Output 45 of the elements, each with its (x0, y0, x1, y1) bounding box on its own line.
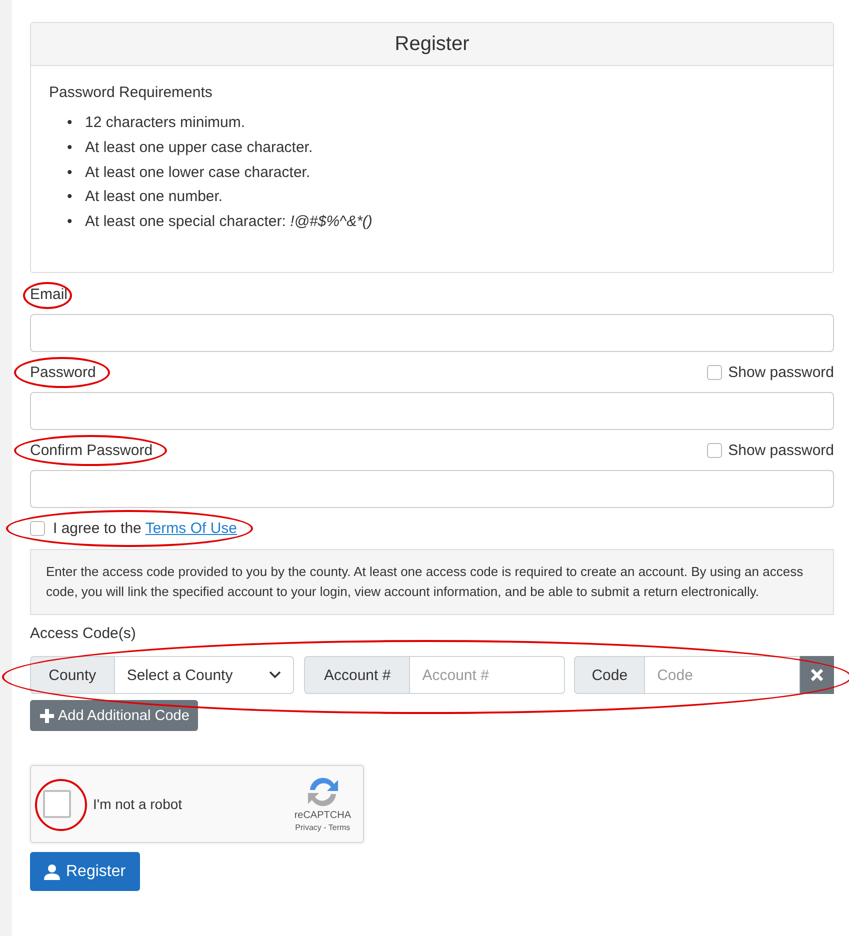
bullet: • (67, 212, 74, 232)
show-password-label: Show password (728, 364, 834, 380)
captcha-checkbox[interactable] (43, 790, 71, 818)
terms-label: I agree to the Terms Of Use (53, 520, 237, 537)
account-addon: Account # (304, 656, 410, 694)
add-code-button[interactable]: Add Additional Code (30, 700, 198, 731)
show-password-checkbox[interactable] (707, 442, 722, 458)
close-icon (810, 668, 824, 682)
password-field[interactable] (30, 392, 834, 430)
plus-icon (39, 708, 55, 724)
confirm-password-field[interactable] (30, 470, 834, 508)
bullet: • (67, 138, 74, 158)
requirement-item: At least one number. (85, 187, 223, 208)
email-field[interactable] (30, 314, 834, 352)
show-password-label: Show password (728, 442, 834, 458)
requirement-item: At least one special character: !@#$%^&*() (85, 212, 372, 232)
requirements-heading: Password Requirements (49, 84, 212, 101)
info-text: Enter the access code provided to you by the county. At least one access code is required to create an account. By using an access code, you will link the specified account to your login, view account information, and be able to submit a return electronically. (30, 549, 834, 615)
user-icon (44, 864, 60, 880)
recaptcha-logo-icon (306, 776, 340, 808)
account-field[interactable]: Account # (410, 656, 566, 694)
code-field[interactable]: Code (645, 656, 800, 694)
county-select[interactable]: Select a County (114, 656, 294, 694)
bullet: • (67, 113, 74, 133)
captcha-label: I'm not a robot (93, 796, 184, 812)
password-label: Password (30, 364, 96, 380)
terms-link[interactable]: Terms Of Use (145, 520, 237, 537)
access-codes-label: Access Code(s) (30, 625, 136, 642)
confirm-password-label: Confirm Password (30, 442, 153, 458)
email-label: Email (30, 286, 68, 302)
remove-button[interactable] (800, 656, 834, 694)
register-button[interactable]: Register (30, 852, 140, 891)
code-addon: Code (574, 656, 646, 694)
bullet: • (67, 162, 74, 183)
requirement-item: 12 characters minimum. (85, 113, 246, 133)
county-addon: County (30, 656, 115, 694)
panel-title: Register (31, 23, 833, 66)
requirement-item: At least one upper case character. (85, 138, 313, 158)
captcha-brand: reCAPTCHA (294, 810, 351, 821)
terms-checkbox[interactable] (30, 521, 45, 536)
captcha-links: Privacy - Terms (295, 823, 350, 832)
bullet: • (67, 187, 74, 208)
requirement-item: At least one lower case character. (85, 162, 310, 183)
show-password-checkbox[interactable] (707, 364, 722, 380)
chevron-icon (269, 671, 282, 679)
